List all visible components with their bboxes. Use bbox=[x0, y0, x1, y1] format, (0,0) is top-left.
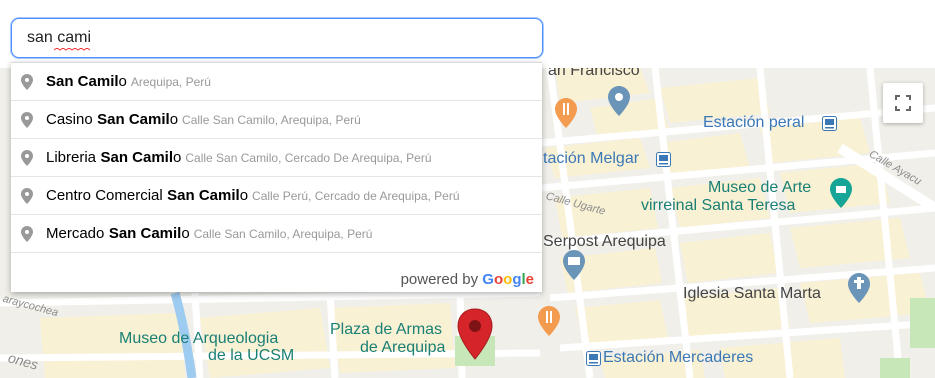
map-label-museo-arqueologia-line1[interactable]: Museo de Arqueologia bbox=[119, 330, 278, 348]
suggestion-rest: o bbox=[118, 73, 127, 90]
suggestion-match: San Camil bbox=[108, 225, 182, 242]
suggestion-match: San Camil bbox=[100, 149, 174, 166]
transit-station-icon bbox=[656, 152, 671, 172]
map-label-serpost[interactable]: Serpost Arequipa bbox=[543, 233, 666, 251]
suggestion-match: San Camil bbox=[97, 111, 170, 128]
location-pin-icon bbox=[21, 111, 33, 128]
powered-by-text: powered by bbox=[400, 271, 479, 288]
suggestion-rest: o bbox=[239, 187, 249, 204]
suggestion-prefix: Libreria bbox=[46, 149, 97, 166]
suggestion-secondary: Calle San Camilo, Arequipa, Perú bbox=[182, 112, 361, 127]
map-label-museo-arte-line2[interactable]: virreinal Santa Teresa bbox=[641, 197, 795, 215]
location-pin-icon bbox=[21, 187, 33, 204]
map-label-plaza-armas-line2[interactable]: de Arequipa bbox=[360, 339, 445, 357]
map-poi-pin-icon[interactable] bbox=[608, 86, 630, 121]
suggestion-secondary: Arequipa, Perú bbox=[130, 74, 211, 89]
google-logo: Google bbox=[482, 271, 534, 288]
powered-by-google: powered by Google bbox=[401, 271, 534, 288]
suggestion-item[interactable]: San Camil o Arequipa, Perú bbox=[11, 63, 542, 101]
suggestion-item[interactable]: Libreria San Camil o Calle San Camilo, Cer… bbox=[11, 139, 542, 177]
map-label-estacion-mercaderes[interactable]: Estación Mercaderes bbox=[603, 349, 753, 367]
map-label-estacion-melgar[interactable]: tación Melgar bbox=[543, 150, 639, 168]
suggestion-secondary: Calle San Camilo, Arequipa, Perú bbox=[193, 226, 373, 241]
suggestion-rest: o bbox=[169, 111, 179, 128]
fullscreen-button[interactable] bbox=[883, 83, 923, 123]
search-input[interactable] bbox=[11, 18, 543, 58]
map-label-museo-arte-line1[interactable]: Museo de Arte bbox=[708, 179, 811, 197]
transit-station-icon bbox=[822, 116, 837, 136]
post-office-pin-icon[interactable] bbox=[563, 250, 585, 285]
map-label-museo-arqueologia-line2[interactable]: de la UCSM bbox=[208, 347, 294, 365]
suggestion-item[interactable]: Mercado San Camil o Calle San Camilo, Areq… bbox=[11, 215, 542, 253]
suggestion-rest: o bbox=[181, 225, 190, 242]
museum-pin-icon[interactable] bbox=[830, 178, 852, 213]
church-pin-icon[interactable] bbox=[848, 273, 870, 308]
map-label-estacion-peral[interactable]: Estación peral bbox=[703, 114, 804, 132]
location-pin-icon bbox=[21, 73, 33, 90]
map-label-san-francisco: an Francisco bbox=[548, 68, 640, 79]
suggestion-rest: o bbox=[173, 149, 182, 166]
map-label-plaza-armas-line1[interactable]: Plaza de Armas bbox=[330, 321, 442, 339]
suggestion-item[interactable]: Centro Comercial San Camil o Calle Perú, C… bbox=[11, 177, 542, 215]
suggestion-match: San Camil bbox=[46, 73, 119, 90]
suggestion-item[interactable]: Casino San Camil o Calle San Camilo, Arequ… bbox=[11, 101, 542, 139]
location-pin-icon bbox=[21, 149, 33, 166]
suggestion-secondary: Calle San Camilo, Cercado De Arequipa, P… bbox=[185, 150, 432, 165]
transit-station-icon bbox=[586, 351, 601, 371]
spellcheck-underline bbox=[54, 48, 90, 51]
suggestion-prefix: Casino bbox=[46, 111, 93, 128]
location-pin-icon bbox=[21, 225, 33, 242]
fullscreen-icon bbox=[895, 95, 911, 111]
suggestion-prefix: Centro Comercial bbox=[46, 187, 163, 204]
map-label-iglesia[interactable]: Iglesia Santa Marta bbox=[683, 285, 821, 303]
autocomplete-dropdown: San Camil o Arequipa, Perú Casino San Cami… bbox=[11, 62, 542, 292]
suggestion-secondary: Calle Perú, Cercado de Arequipa, Perú bbox=[252, 188, 460, 203]
suggestion-match: San Camil bbox=[167, 187, 240, 204]
restaurant-pin-icon[interactable] bbox=[555, 98, 577, 133]
selected-place-marker-icon[interactable] bbox=[457, 308, 493, 365]
suggestion-prefix: Mercado bbox=[46, 225, 105, 242]
restaurant-pin-icon[interactable] bbox=[538, 306, 560, 341]
